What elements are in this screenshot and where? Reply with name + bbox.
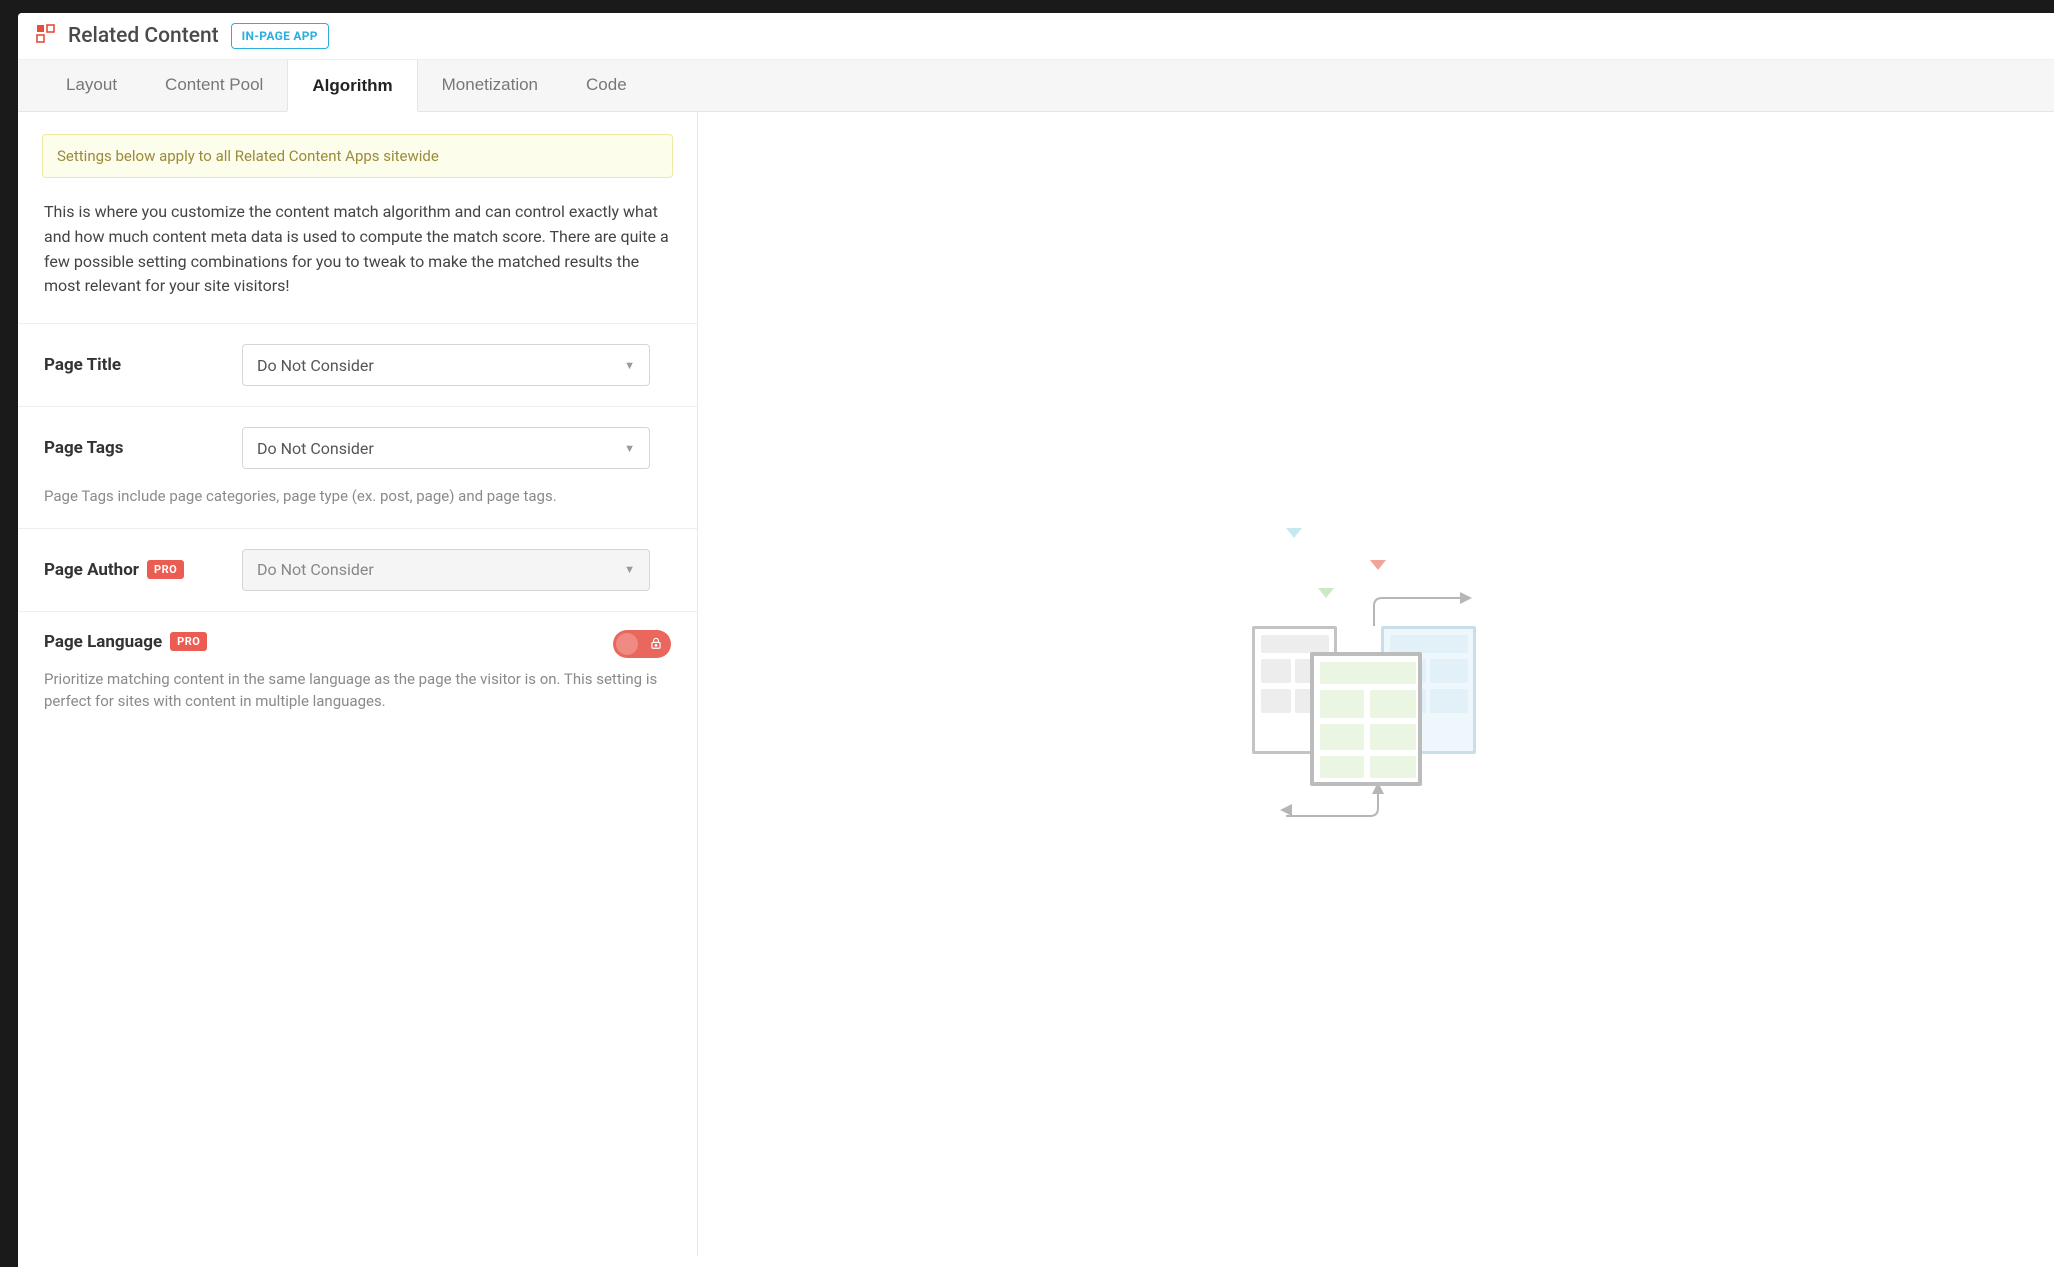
preview-column — [698, 112, 2054, 1256]
select-page-title-value: Do Not Consider — [257, 356, 374, 375]
setting-page-title: Page Title Do Not Consider ▼ — [18, 323, 697, 406]
chevron-down-icon: ▼ — [624, 442, 635, 455]
pro-badge: PRO — [170, 632, 207, 651]
tab-layout[interactable]: Layout — [42, 60, 141, 111]
page-header: Related Content IN-PAGE APP — [18, 13, 2054, 60]
select-page-title[interactable]: Do Not Consider ▼ — [242, 344, 650, 386]
label-page-author-text: Page Author — [44, 560, 139, 580]
label-page-language-text: Page Language — [44, 632, 162, 652]
arrow-icon — [1274, 782, 1384, 822]
setting-page-tags: Page Tags Do Not Consider ▼ Page Tags in… — [18, 406, 697, 528]
tab-monetization[interactable]: Monetization — [418, 60, 562, 111]
tab-content-pool[interactable]: Content Pool — [141, 60, 287, 111]
label-page-tags: Page Tags — [44, 438, 224, 458]
content-wrap: Settings below apply to all Related Cont… — [18, 112, 2054, 1256]
setting-page-author: Page Author PRO Do Not Consider ▼ — [18, 528, 697, 611]
preview-illustration — [1246, 524, 1506, 844]
lock-icon — [649, 636, 663, 654]
label-page-language: Page Language PRO — [44, 632, 224, 652]
topbar-dark — [0, 0, 2054, 13]
select-page-tags-value: Do Not Consider — [257, 439, 374, 458]
label-page-author: Page Author PRO — [44, 560, 224, 580]
label-page-title: Page Title — [44, 355, 224, 375]
related-content-icon — [36, 24, 56, 48]
chevron-down-icon: ▼ — [624, 563, 635, 576]
triangle-icon — [1370, 560, 1386, 570]
toggle-page-language[interactable] — [613, 630, 671, 658]
tab-algorithm[interactable]: Algorithm — [287, 60, 417, 112]
pro-badge: PRO — [147, 560, 184, 579]
setting-page-language: Page Language PRO Prioritize matching co… — [18, 611, 697, 733]
algorithm-description: This is where you customize the content … — [18, 200, 697, 323]
hint-page-tags: Page Tags include page categories, page … — [44, 485, 671, 508]
tab-code[interactable]: Code — [562, 60, 651, 111]
triangle-icon — [1318, 588, 1334, 598]
select-page-author[interactable]: Do Not Consider ▼ — [242, 549, 650, 591]
select-page-tags[interactable]: Do Not Consider ▼ — [242, 427, 650, 469]
settings-column: Settings below apply to all Related Cont… — [18, 112, 698, 1256]
sitewide-notice: Settings below apply to all Related Cont… — [42, 134, 673, 178]
toggle-knob — [616, 633, 638, 655]
main-panel: Related Content IN-PAGE APP Layout Conte… — [18, 13, 2054, 1267]
page-title: Related Content — [68, 24, 219, 48]
select-page-author-value: Do Not Consider — [257, 560, 374, 579]
left-collapsed-bar — [0, 13, 18, 1267]
in-page-app-badge: IN-PAGE APP — [231, 23, 329, 49]
chevron-down-icon: ▼ — [624, 359, 635, 372]
hint-page-language: Prioritize matching content in the same … — [44, 668, 671, 713]
tabs-row: Layout Content Pool Algorithm Monetizati… — [18, 60, 2054, 112]
triangle-icon — [1286, 528, 1302, 538]
card-icon — [1310, 652, 1422, 786]
